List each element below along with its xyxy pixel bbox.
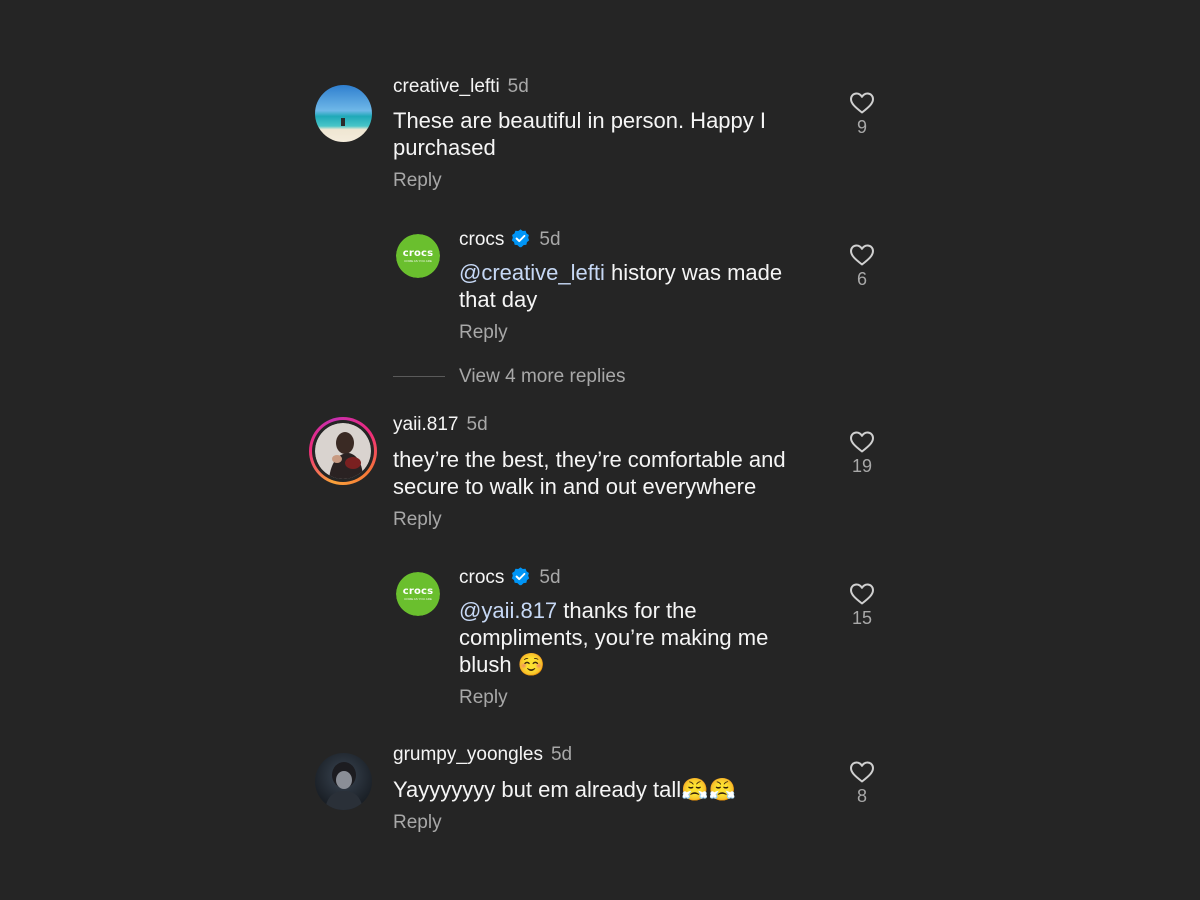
comment-text: @creative_lefti history was made that da… <box>459 259 804 313</box>
like-button[interactable]: 8 <box>842 760 882 807</box>
timestamp: 5d <box>539 567 561 588</box>
like-count: 9 <box>856 117 867 137</box>
like-button[interactable]: 6 <box>842 243 882 290</box>
like-count: 8 <box>856 786 867 806</box>
comment-username-row: yaii.817 5d <box>393 414 488 436</box>
like-button[interactable]: 19 <box>842 430 882 477</box>
comment-text: they’re the best, they’re comfortable an… <box>393 447 786 499</box>
avatar[interactable]: crocs COME AS YOU ARE <box>396 234 440 278</box>
heart-outline-icon <box>850 92 874 114</box>
timestamp: 5d <box>550 744 573 765</box>
reply-button[interactable]: Reply <box>393 509 442 531</box>
username[interactable]: yaii.817 <box>393 414 459 435</box>
like-count: 19 <box>851 456 873 476</box>
mention-link[interactable]: @creative_lefti <box>459 260 605 285</box>
view-more-replies-button[interactable]: View 4 more replies <box>459 366 626 388</box>
like-button[interactable]: 15 <box>842 582 882 629</box>
reply-button[interactable]: Reply <box>459 687 508 709</box>
username[interactable]: creative_lefti <box>393 76 500 97</box>
avatar-person-image <box>315 423 371 479</box>
comment-username-row: grumpy_yoongles 5d <box>393 744 572 766</box>
reply-button[interactable]: Reply <box>393 170 442 192</box>
comment-username-row: crocs 5d <box>459 228 561 251</box>
avatar[interactable]: crocs COME AS YOU ARE <box>396 572 440 616</box>
like-count: 6 <box>856 269 867 289</box>
heart-outline-icon <box>850 761 874 783</box>
comment-username-row: creative_lefti 5d <box>393 76 529 98</box>
avatar[interactable] <box>315 753 372 810</box>
timestamp: 5d <box>507 76 529 97</box>
username[interactable]: crocs <box>459 567 504 588</box>
avatar-story-ring[interactable] <box>309 417 377 485</box>
avatar[interactable] <box>315 85 372 142</box>
avatar-person-image <box>315 753 372 810</box>
view-replies-divider <box>393 376 445 377</box>
verified-badge-icon <box>512 567 530 586</box>
avatar-beach-image <box>315 85 372 142</box>
reply-button[interactable]: Reply <box>459 322 508 344</box>
reply-button[interactable]: Reply <box>393 812 442 834</box>
comment-text: Yayyyyyyy but em already tall😤😤 <box>393 777 736 802</box>
like-count: 15 <box>851 608 873 628</box>
username[interactable]: crocs <box>459 229 504 250</box>
avatar <box>312 420 374 482</box>
timestamp: 5d <box>466 414 488 435</box>
like-button[interactable]: 9 <box>842 91 882 138</box>
heart-outline-icon <box>850 583 874 605</box>
mention-link[interactable]: @yaii.817 <box>459 598 557 623</box>
comment-username-row: crocs 5d <box>459 566 561 589</box>
verified-badge-icon <box>512 229 530 248</box>
crocs-logo: crocs COME AS YOU ARE <box>396 572 440 616</box>
username[interactable]: grumpy_yoongles <box>393 744 543 765</box>
comment-text: These are beautiful in person. Happy I p… <box>393 108 767 160</box>
comment-text: @yaii.817 thanks for the compliments, yo… <box>459 597 804 678</box>
timestamp: 5d <box>539 229 561 250</box>
heart-outline-icon <box>850 431 874 453</box>
heart-outline-icon <box>850 244 874 266</box>
crocs-logo: crocs COME AS YOU ARE <box>396 234 440 278</box>
